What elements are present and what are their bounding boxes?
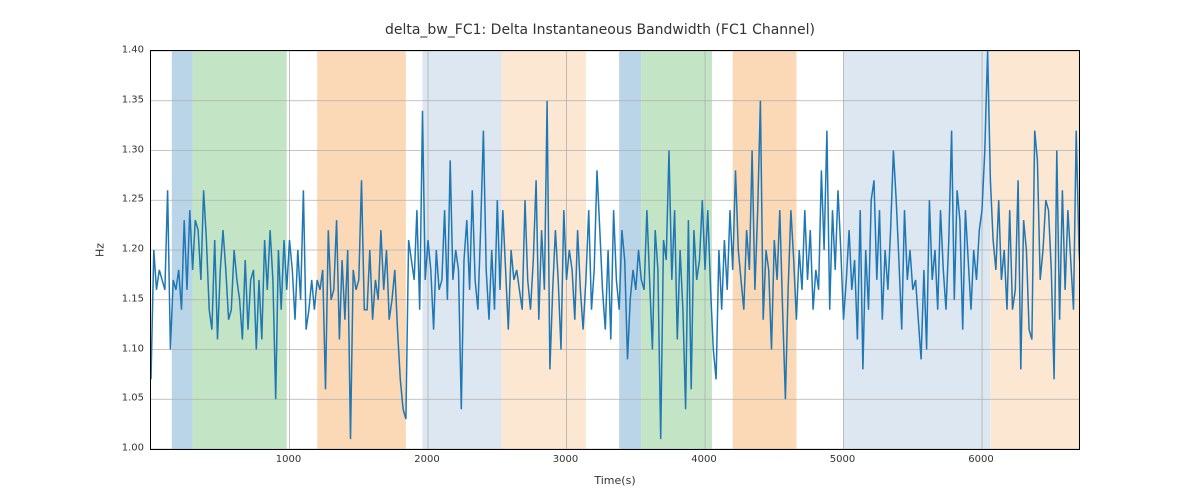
y-tick-label: 1.15 <box>122 293 144 304</box>
y-tick-label: 1.20 <box>122 244 144 255</box>
y-tick-label: 1.30 <box>122 144 144 155</box>
x-axis-label: Time(s) <box>150 474 1080 487</box>
x-tick-label: 2000 <box>414 454 439 465</box>
y-tick-label: 1.40 <box>122 45 144 56</box>
axes <box>150 50 1080 450</box>
y-tick-label: 1.35 <box>122 94 144 105</box>
x-tick-label: 4000 <box>691 454 716 465</box>
x-tick-label: 3000 <box>553 454 578 465</box>
chart-svg <box>151 51 1079 449</box>
y-tick-label: 1.00 <box>122 443 144 454</box>
y-axis-label: Hz <box>94 243 107 257</box>
y-tick-label: 1.25 <box>122 194 144 205</box>
figure: delta_bw_FC1: Delta Instantaneous Bandwi… <box>0 0 1200 500</box>
y-tick-label: 1.05 <box>122 393 144 404</box>
x-tick-label: 5000 <box>830 454 855 465</box>
y-tick-label: 1.10 <box>122 343 144 354</box>
x-tick-label: 6000 <box>968 454 993 465</box>
chart-title: delta_bw_FC1: Delta Instantaneous Bandwi… <box>0 22 1200 38</box>
x-tick-label: 1000 <box>276 454 301 465</box>
